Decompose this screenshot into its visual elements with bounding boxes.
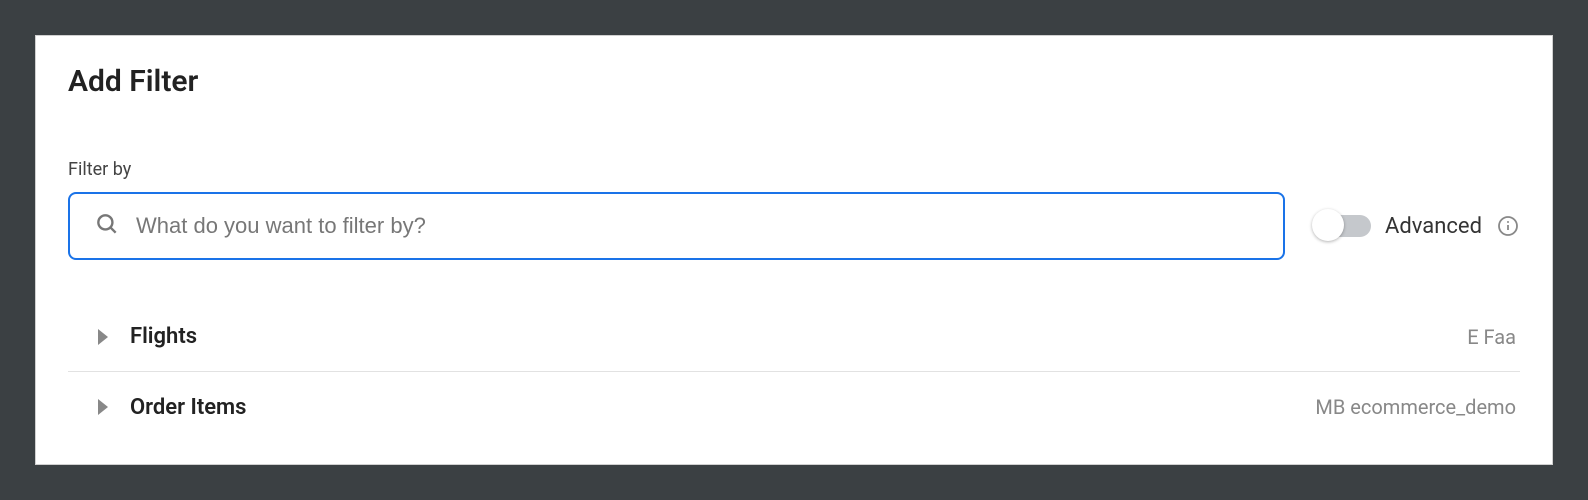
search-box[interactable] [68, 192, 1285, 260]
search-row: Advanced [68, 192, 1520, 260]
toggle-knob [1312, 209, 1344, 241]
advanced-group: Advanced [1315, 214, 1520, 239]
item-name: Flights [130, 324, 197, 349]
item-meta: MB ecommerce_demo [1315, 395, 1516, 419]
filter-search-input[interactable] [136, 194, 1259, 258]
item-meta: E Faa [1467, 325, 1516, 349]
panel-title: Add Filter [68, 64, 1520, 99]
info-icon[interactable] [1496, 214, 1520, 238]
add-filter-panel: Add Filter Filter by Advanced [35, 35, 1553, 465]
list-item[interactable]: Flights E Faa [68, 302, 1520, 372]
chevron-right-icon [98, 329, 108, 345]
advanced-label: Advanced [1385, 214, 1482, 239]
item-name: Order Items [130, 395, 246, 420]
search-icon [94, 211, 136, 241]
list-item[interactable]: Order Items MB ecommerce_demo [68, 372, 1520, 442]
filter-source-list: Flights E Faa Order Items MB ecommerce_d… [68, 302, 1520, 442]
filter-by-label: Filter by [68, 159, 1520, 180]
advanced-toggle[interactable] [1315, 215, 1371, 237]
chevron-right-icon [98, 399, 108, 415]
